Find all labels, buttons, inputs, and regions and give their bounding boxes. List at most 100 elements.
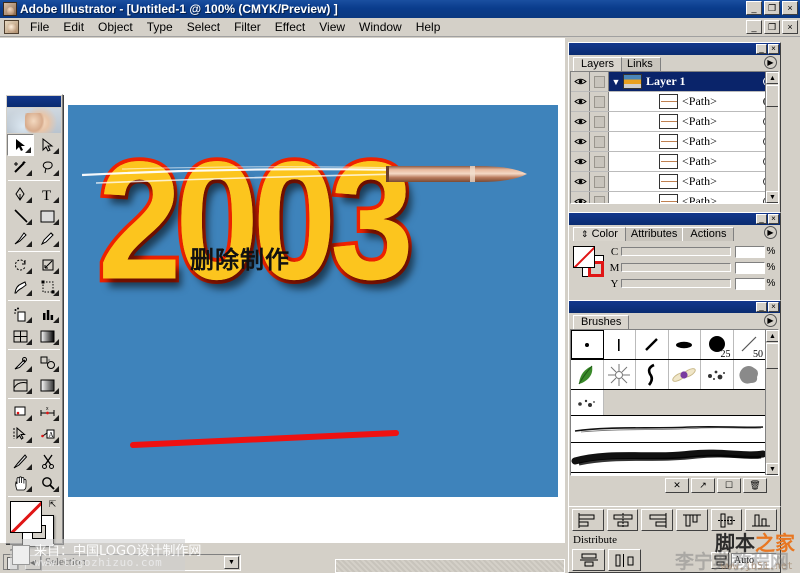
graphic-styles-tool[interactable] xyxy=(34,374,61,396)
document-icon[interactable] xyxy=(4,20,19,34)
horizontal-scrollbar[interactable] xyxy=(335,559,565,573)
channel-input-c[interactable] xyxy=(735,245,765,258)
brush-splatter-small[interactable] xyxy=(701,360,734,389)
mesh-tool[interactable] xyxy=(7,325,34,347)
distribute-vertical-center-button[interactable] xyxy=(572,549,605,571)
column-graph-tool[interactable] xyxy=(34,303,61,325)
lasso-tool[interactable] xyxy=(34,156,61,178)
layer-name[interactable]: <Path> xyxy=(682,174,756,189)
menu-help[interactable]: Help xyxy=(409,19,448,35)
knife-tool[interactable] xyxy=(7,450,34,472)
brush-options-icon[interactable]: ↗ xyxy=(691,478,715,493)
menu-filter[interactable]: Filter xyxy=(227,19,268,35)
remove-brush-stroke-icon[interactable]: ✕ xyxy=(665,478,689,493)
tab-color[interactable]: ⇕ Color xyxy=(573,227,626,241)
tab-attributes[interactable]: Attributes xyxy=(622,227,686,241)
channel-slider-c[interactable] xyxy=(621,247,731,256)
layers-scrollbar[interactable]: ▲ ▼ xyxy=(765,72,778,203)
scroll-down-icon[interactable]: ▼ xyxy=(766,191,778,203)
lock-toggle[interactable] xyxy=(590,112,609,131)
menu-file[interactable]: File xyxy=(23,19,56,35)
layers-close-icon[interactable]: × xyxy=(768,44,779,54)
lock-toggle[interactable] xyxy=(590,172,609,191)
brush-leaf[interactable] xyxy=(571,360,604,389)
new-brush-icon[interactable]: ☐ xyxy=(717,478,741,493)
menu-edit[interactable]: Edit xyxy=(56,19,91,35)
brushes-scroll-up-icon[interactable]: ▲ xyxy=(766,330,778,342)
brushes-titlebar[interactable]: _ × xyxy=(569,301,780,313)
layer-row-path-3[interactable]: <Path> xyxy=(571,132,778,152)
brushes-close-icon[interactable]: × xyxy=(768,302,779,312)
lock-toggle[interactable] xyxy=(590,132,609,151)
measure-tool[interactable]: x xyxy=(34,401,61,423)
layer-name[interactable]: <Path> xyxy=(682,94,756,109)
swap-fill-stroke-icon[interactable]: ⇱ xyxy=(47,499,58,510)
vertical-align-top-button[interactable] xyxy=(676,509,708,531)
menu-object[interactable]: Object xyxy=(91,19,140,35)
spacing-value-input[interactable]: Auto xyxy=(731,552,777,568)
horizontal-align-right-button[interactable] xyxy=(641,509,674,531)
delete-brush-icon[interactable]: 🗑 xyxy=(743,478,767,493)
vertical-align-bottom-button[interactable] xyxy=(745,509,778,531)
pen-tool[interactable] xyxy=(7,183,34,205)
brush-dot[interactable] xyxy=(571,330,604,359)
slice-tool[interactable] xyxy=(7,401,34,423)
status-left-arrow-icon[interactable]: ◀ xyxy=(25,554,41,570)
layers-menu-icon[interactable]: ▶ xyxy=(764,56,777,69)
spacing-icon[interactable] xyxy=(711,551,729,569)
toolbox-titlebar[interactable] xyxy=(7,96,61,107)
eye-icon[interactable] xyxy=(571,92,590,111)
brushes-minimize-icon[interactable]: _ xyxy=(756,302,767,312)
rotate-tool[interactable] xyxy=(7,254,34,276)
lock-toggle[interactable] xyxy=(590,92,609,111)
brush-stroke-thick[interactable] xyxy=(571,443,778,473)
layer-name[interactable]: <Path> xyxy=(682,134,756,149)
restore-icon[interactable]: ❐ xyxy=(764,1,780,15)
fill-swatch[interactable] xyxy=(10,501,42,533)
brushes-menu-icon[interactable]: ▶ xyxy=(764,314,777,327)
menu-window[interactable]: Window xyxy=(352,19,409,35)
eye-icon[interactable] xyxy=(571,172,590,191)
brush-starburst[interactable] xyxy=(603,360,636,389)
layer-row-path-1[interactable]: <Path> xyxy=(571,92,778,112)
color-titlebar[interactable]: _ × xyxy=(569,213,780,225)
menu-effect[interactable]: Effect xyxy=(268,19,312,35)
free-transform-tool[interactable] xyxy=(34,276,61,298)
brush-splatter-2[interactable] xyxy=(571,390,604,415)
lock-toggle[interactable] xyxy=(590,192,609,203)
eye-icon[interactable] xyxy=(571,152,590,171)
color-menu-icon[interactable]: ▶ xyxy=(764,226,777,239)
eye-icon[interactable] xyxy=(571,112,590,131)
layer-row-layer1[interactable]: ▼ Layer 1 xyxy=(571,72,778,92)
brush-ink-blot[interactable] xyxy=(733,360,766,389)
brushes-scrollbar[interactable]: ▲ ▼ xyxy=(765,330,778,475)
doc-minimize-icon[interactable]: _ xyxy=(746,20,762,34)
tab-links[interactable]: Links xyxy=(619,57,661,71)
vertical-align-center-button[interactable] xyxy=(710,509,743,531)
brush-stroke-thin[interactable] xyxy=(571,416,778,443)
color-minimize-icon[interactable]: _ xyxy=(756,214,767,224)
magic-wand-tool[interactable] xyxy=(7,156,34,178)
eye-icon[interactable] xyxy=(571,132,590,151)
status-doc-icon[interactable] xyxy=(3,554,19,570)
brush-oval[interactable] xyxy=(668,330,701,359)
brushes-grid[interactable]: 25 50 ▲ ▼ xyxy=(570,329,779,476)
warp-tool[interactable] xyxy=(7,276,34,298)
layers-list[interactable]: ▼ Layer 1 <Path> <Path> <Path> <Path> <P… xyxy=(570,71,779,204)
canvas-scroll-area[interactable] xyxy=(0,535,565,543)
layers-titlebar[interactable]: _ × xyxy=(569,43,780,55)
doc-restore-icon[interactable]: ❐ xyxy=(764,20,780,34)
zoom-tool[interactable] xyxy=(34,472,61,494)
color-close-icon[interactable]: × xyxy=(768,214,779,224)
tab-layers[interactable]: Layers xyxy=(573,57,623,71)
artboard[interactable]: 2003 2003 删除制作 xyxy=(68,105,558,497)
layer-name[interactable]: <Path> xyxy=(682,154,756,169)
channel-slider-y[interactable] xyxy=(621,279,731,288)
scroll-up-icon[interactable]: ▲ xyxy=(766,72,778,84)
layer-row-path-4[interactable]: <Path> xyxy=(571,152,778,172)
brush-diagonal-50[interactable]: 50 xyxy=(733,330,766,360)
channel-input-y[interactable] xyxy=(735,277,765,290)
eye-icon[interactable] xyxy=(571,72,590,91)
brush-round-25[interactable]: 25 xyxy=(701,330,734,360)
scroll-thumb[interactable] xyxy=(766,85,778,107)
